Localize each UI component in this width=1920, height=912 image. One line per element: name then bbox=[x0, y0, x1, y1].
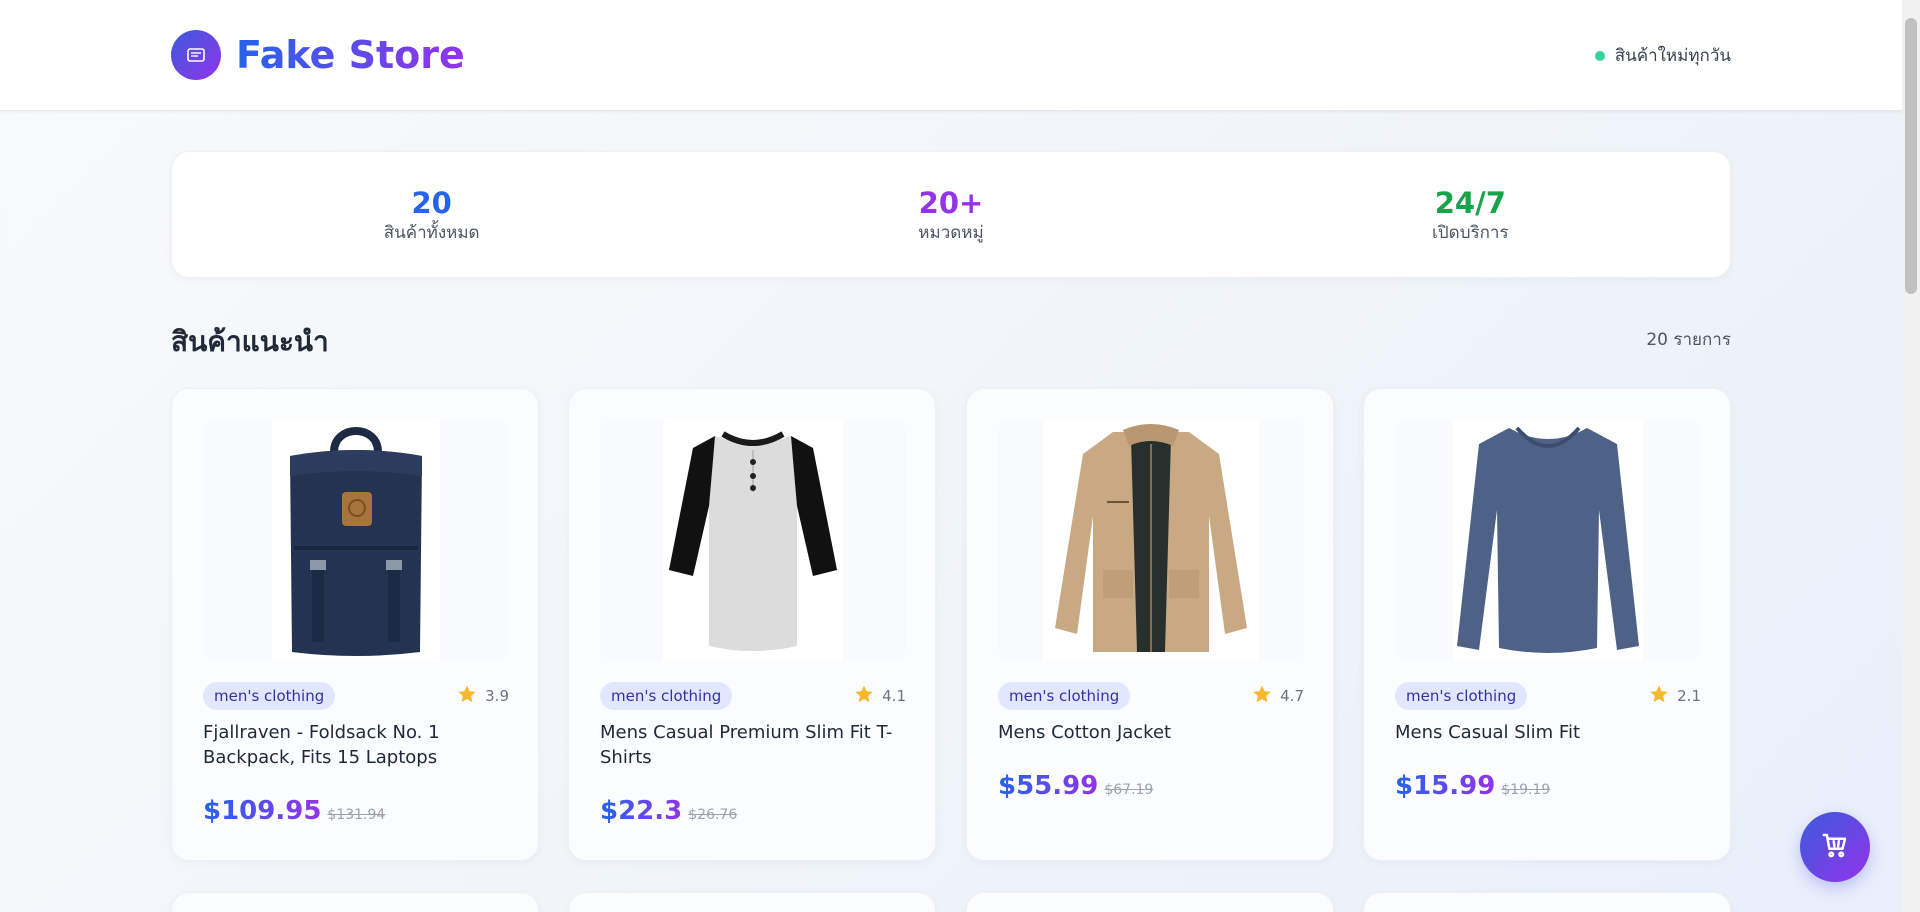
product-image[interactable] bbox=[1395, 420, 1701, 661]
stat-value: 20 bbox=[411, 185, 452, 220]
category-badge[interactable]: men's clothing bbox=[1395, 681, 1528, 710]
product-image[interactable] bbox=[203, 420, 509, 661]
product-image[interactable] bbox=[600, 420, 906, 661]
product-price: $55.99 bbox=[998, 771, 1099, 801]
product-card[interactable]: men's clothing 2.1 Mens Casual Slim Fit … bbox=[1363, 388, 1731, 861]
product-price: $15.99 bbox=[1395, 771, 1496, 801]
rating-value: 2.1 bbox=[1677, 686, 1701, 705]
site-header: Fake Store สินค้าใหม่ทุกวัน bbox=[0, 0, 1902, 111]
stat-label: หมวดหมู่ bbox=[918, 222, 984, 243]
shopping-cart-icon bbox=[1820, 830, 1850, 864]
stat-total-products: 20 สินค้าทั้งหมด bbox=[172, 152, 691, 277]
star-icon bbox=[854, 684, 874, 708]
category-badge[interactable]: men's clothing bbox=[203, 681, 336, 710]
stat-service-hours: 24/7 เปิดบริการ bbox=[1211, 152, 1730, 277]
stat-categories: 20+ หมวดหมู่ bbox=[691, 152, 1210, 277]
cotton-jacket-image bbox=[1055, 424, 1247, 652]
stats-panel: 20 สินค้าทั้งหมด 20+ หมวดหมู่ 24/7 เปิดบ… bbox=[171, 151, 1731, 278]
product-card-partial[interactable] bbox=[171, 892, 539, 912]
product-rating: 4.1 bbox=[854, 684, 906, 708]
rating-value: 4.1 bbox=[882, 686, 906, 705]
product-title[interactable]: Mens Casual Premium Slim Fit T-Shirts bbox=[600, 720, 906, 770]
status-text: สินค้าใหม่ทุกวัน bbox=[1614, 46, 1731, 66]
original-price: $26.76 bbox=[688, 807, 738, 823]
category-badge[interactable]: men's clothing bbox=[998, 681, 1131, 710]
stat-label: เปิดบริการ bbox=[1432, 222, 1509, 243]
section-title: สินค้าแนะนำ bbox=[171, 325, 329, 358]
stat-label: สินค้าทั้งหมด bbox=[383, 222, 480, 243]
scrollbar-thumb[interactable] bbox=[1905, 18, 1917, 294]
stat-value: 20+ bbox=[918, 185, 984, 220]
rating-value: 4.7 bbox=[1280, 686, 1304, 705]
status-dot-icon bbox=[1594, 50, 1605, 61]
brand-name[interactable]: Fake Store bbox=[236, 30, 465, 80]
product-title[interactable]: Mens Cotton Jacket bbox=[998, 720, 1304, 745]
rating-value: 3.9 bbox=[485, 686, 509, 705]
product-rating: 3.9 bbox=[457, 684, 509, 708]
product-price: $109.95 bbox=[203, 796, 322, 826]
product-rating: 4.7 bbox=[1252, 684, 1304, 708]
original-price: $131.94 bbox=[327, 807, 386, 823]
stat-value: 24/7 bbox=[1434, 185, 1506, 220]
product-title[interactable]: Fjallraven - Foldsack No. 1 Backpack, Fi… bbox=[203, 720, 509, 770]
cart-button[interactable] bbox=[1800, 812, 1870, 882]
product-card-partial[interactable] bbox=[966, 892, 1334, 912]
product-title[interactable]: Mens Casual Slim Fit bbox=[1395, 720, 1701, 745]
product-card-partial[interactable] bbox=[568, 892, 936, 912]
henley-shirt-image bbox=[669, 431, 837, 651]
product-card[interactable]: men's clothing 3.9 Fjallraven - Foldsack… bbox=[171, 388, 539, 861]
product-count: 20 รายการ bbox=[1646, 330, 1731, 350]
star-icon bbox=[1649, 684, 1669, 708]
category-badge[interactable]: men's clothing bbox=[600, 681, 733, 710]
product-rating: 2.1 bbox=[1649, 684, 1701, 708]
original-price: $67.19 bbox=[1104, 782, 1154, 798]
product-card[interactable]: men's clothing 4.7 Mens Cotton Jacket $5… bbox=[966, 388, 1334, 861]
product-image[interactable] bbox=[998, 420, 1304, 661]
product-card[interactable]: men's clothing 4.1 Mens Casual Premium S… bbox=[568, 388, 936, 861]
original-price: $19.19 bbox=[1501, 782, 1551, 798]
store-logo-icon[interactable] bbox=[171, 30, 221, 80]
backpack-image bbox=[290, 427, 422, 656]
long-sleeve-shirt-image bbox=[1457, 426, 1639, 653]
product-card-partial[interactable] bbox=[1363, 892, 1731, 912]
new-products-status: สินค้าใหม่ทุกวัน bbox=[1594, 42, 1731, 69]
star-icon bbox=[457, 684, 477, 708]
product-price: $22.3 bbox=[600, 796, 683, 826]
star-icon bbox=[1252, 684, 1272, 708]
